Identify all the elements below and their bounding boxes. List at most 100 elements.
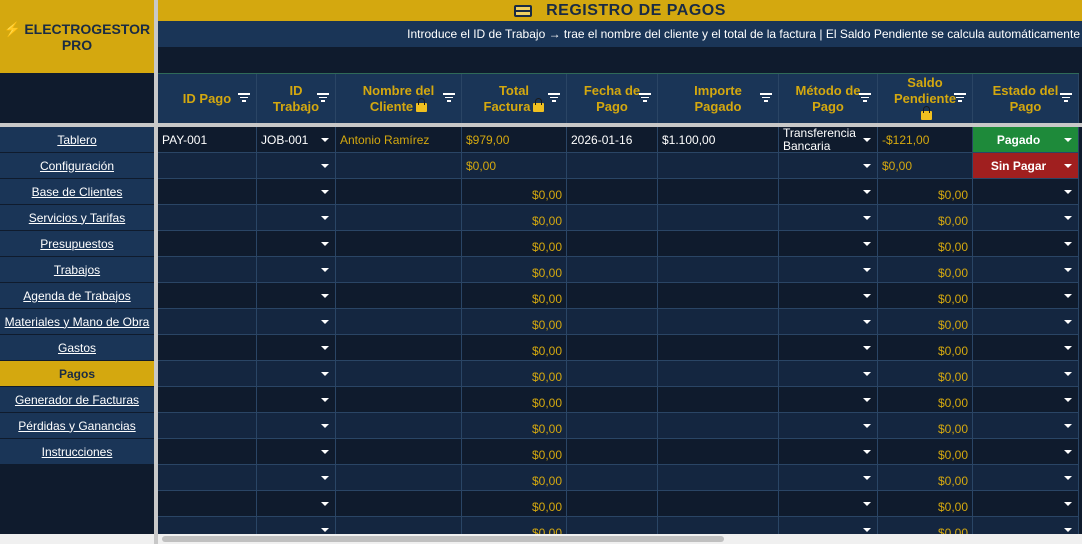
cell-cliente[interactable] <box>336 179 462 205</box>
cell-id-pago[interactable] <box>158 387 257 413</box>
dropdown-arrow-icon[interactable] <box>321 424 329 428</box>
dropdown-arrow-icon[interactable] <box>321 294 329 298</box>
dropdown-arrow-icon[interactable] <box>321 216 329 220</box>
filter-icon[interactable] <box>548 93 560 103</box>
cell-total[interactable]: $0,00 <box>462 153 567 179</box>
cell-estado[interactable] <box>973 387 1079 413</box>
cell-estado[interactable] <box>973 491 1079 517</box>
dropdown-arrow-icon[interactable] <box>321 320 329 324</box>
cell-metodo[interactable] <box>779 309 878 335</box>
column-header-saldo[interactable]: Saldo Pendiente <box>878 74 973 123</box>
dropdown-arrow-icon[interactable] <box>321 372 329 376</box>
cell-metodo[interactable] <box>779 387 878 413</box>
cell-cliente[interactable] <box>336 257 462 283</box>
cell-fecha[interactable] <box>567 413 658 439</box>
column-header-id-trabajo[interactable]: ID Trabajo <box>257 74 336 123</box>
cell-cliente[interactable] <box>336 465 462 491</box>
dropdown-arrow-icon[interactable] <box>1064 190 1072 194</box>
cell-cliente[interactable] <box>336 231 462 257</box>
horizontal-scrollbar-thumb[interactable] <box>162 536 724 542</box>
cell-metodo[interactable] <box>779 231 878 257</box>
cell-importe[interactable] <box>658 205 779 231</box>
dropdown-arrow-icon[interactable] <box>321 242 329 246</box>
dropdown-arrow-icon[interactable] <box>1064 450 1072 454</box>
column-header-metodo[interactable]: Método de Pago <box>779 74 878 123</box>
dropdown-arrow-icon[interactable] <box>321 528 329 532</box>
filter-icon[interactable] <box>317 93 329 103</box>
cell-id-trabajo[interactable] <box>257 387 336 413</box>
cell-id-trabajo[interactable] <box>257 309 336 335</box>
cell-id-trabajo[interactable] <box>257 361 336 387</box>
cell-saldo[interactable]: $0,00 <box>878 153 973 179</box>
filter-icon[interactable] <box>859 93 871 103</box>
cell-fecha[interactable]: 2026-01-16 <box>567 127 658 153</box>
cell-fecha[interactable] <box>567 491 658 517</box>
cell-cliente[interactable] <box>336 387 462 413</box>
dropdown-arrow-icon[interactable] <box>863 528 871 532</box>
cell-id-pago[interactable] <box>158 179 257 205</box>
cell-id-trabajo[interactable] <box>257 205 336 231</box>
cell-id-pago[interactable] <box>158 413 257 439</box>
dropdown-arrow-icon[interactable] <box>1064 320 1072 324</box>
cell-saldo[interactable]: $0,00 <box>878 257 973 283</box>
dropdown-arrow-icon[interactable] <box>863 398 871 402</box>
cell-id-pago[interactable] <box>158 309 257 335</box>
cell-total[interactable]: $0,00 <box>462 231 567 257</box>
dropdown-arrow-icon[interactable] <box>321 268 329 272</box>
cell-id-trabajo[interactable] <box>257 153 336 179</box>
cell-metodo[interactable]: Transferencia Bancaria <box>779 127 878 153</box>
dropdown-arrow-icon[interactable] <box>321 346 329 350</box>
cell-estado[interactable] <box>973 413 1079 439</box>
cell-metodo[interactable] <box>779 205 878 231</box>
dropdown-arrow-icon[interactable] <box>863 242 871 246</box>
cell-metodo[interactable] <box>779 465 878 491</box>
cell-id-trabajo[interactable]: JOB-001 <box>257 127 336 153</box>
sidebar-item-servicios-y-tarifas[interactable]: Servicios y Tarifas <box>0 205 154 231</box>
cell-cliente[interactable] <box>336 335 462 361</box>
dropdown-arrow-icon[interactable] <box>321 164 329 168</box>
cell-cliente[interactable] <box>336 309 462 335</box>
dropdown-arrow-icon[interactable] <box>321 476 329 480</box>
dropdown-arrow-icon[interactable] <box>863 164 871 168</box>
cell-saldo[interactable]: $0,00 <box>878 439 973 465</box>
dropdown-arrow-icon[interactable] <box>863 294 871 298</box>
cell-id-trabajo[interactable] <box>257 179 336 205</box>
cell-cliente[interactable] <box>336 439 462 465</box>
cell-total[interactable]: $0,00 <box>462 205 567 231</box>
sidebar-item-base-de-clientes[interactable]: Base de Clientes <box>0 179 154 205</box>
sidebar-item-perdidas-y-ganancias[interactable]: Pérdidas y Ganancias <box>0 413 154 439</box>
cell-id-trabajo[interactable] <box>257 257 336 283</box>
cell-id-pago[interactable] <box>158 257 257 283</box>
filter-icon[interactable] <box>954 93 966 103</box>
cell-id-pago[interactable] <box>158 153 257 179</box>
dropdown-arrow-icon[interactable] <box>1064 268 1072 272</box>
cell-cliente[interactable]: Antonio Ramírez <box>336 127 462 153</box>
cell-cliente[interactable] <box>336 153 462 179</box>
cell-total[interactable]: $0,00 <box>462 465 567 491</box>
column-header-fecha[interactable]: Fecha de Pago <box>567 74 658 123</box>
cell-total[interactable]: $0,00 <box>462 439 567 465</box>
cell-fecha[interactable] <box>567 335 658 361</box>
cell-importe[interactable]: $1.100,00 <box>658 127 779 153</box>
column-header-cliente[interactable]: Nombre del Cliente <box>336 74 462 123</box>
cell-saldo[interactable]: $0,00 <box>878 231 973 257</box>
cell-fecha[interactable] <box>567 283 658 309</box>
cell-saldo[interactable]: $0,00 <box>878 465 973 491</box>
cell-cliente[interactable] <box>336 361 462 387</box>
cell-metodo[interactable] <box>779 491 878 517</box>
column-header-estado[interactable]: Estado del Pago <box>973 74 1079 123</box>
cell-saldo[interactable]: $0,00 <box>878 361 973 387</box>
dropdown-arrow-icon[interactable] <box>1064 294 1072 298</box>
cell-id-trabajo[interactable] <box>257 283 336 309</box>
cell-fecha[interactable] <box>567 309 658 335</box>
dropdown-arrow-icon[interactable] <box>863 138 871 142</box>
dropdown-arrow-icon[interactable] <box>1064 138 1072 142</box>
cell-fecha[interactable] <box>567 153 658 179</box>
cell-id-trabajo[interactable] <box>257 491 336 517</box>
sidebar-item-tablero[interactable]: Tablero <box>0 127 154 153</box>
sidebar-item-configuracion[interactable]: Configuración <box>0 153 154 179</box>
dropdown-arrow-icon[interactable] <box>1064 502 1072 506</box>
cell-metodo[interactable] <box>779 257 878 283</box>
cell-saldo[interactable]: $0,00 <box>878 283 973 309</box>
filter-icon[interactable] <box>443 93 455 103</box>
